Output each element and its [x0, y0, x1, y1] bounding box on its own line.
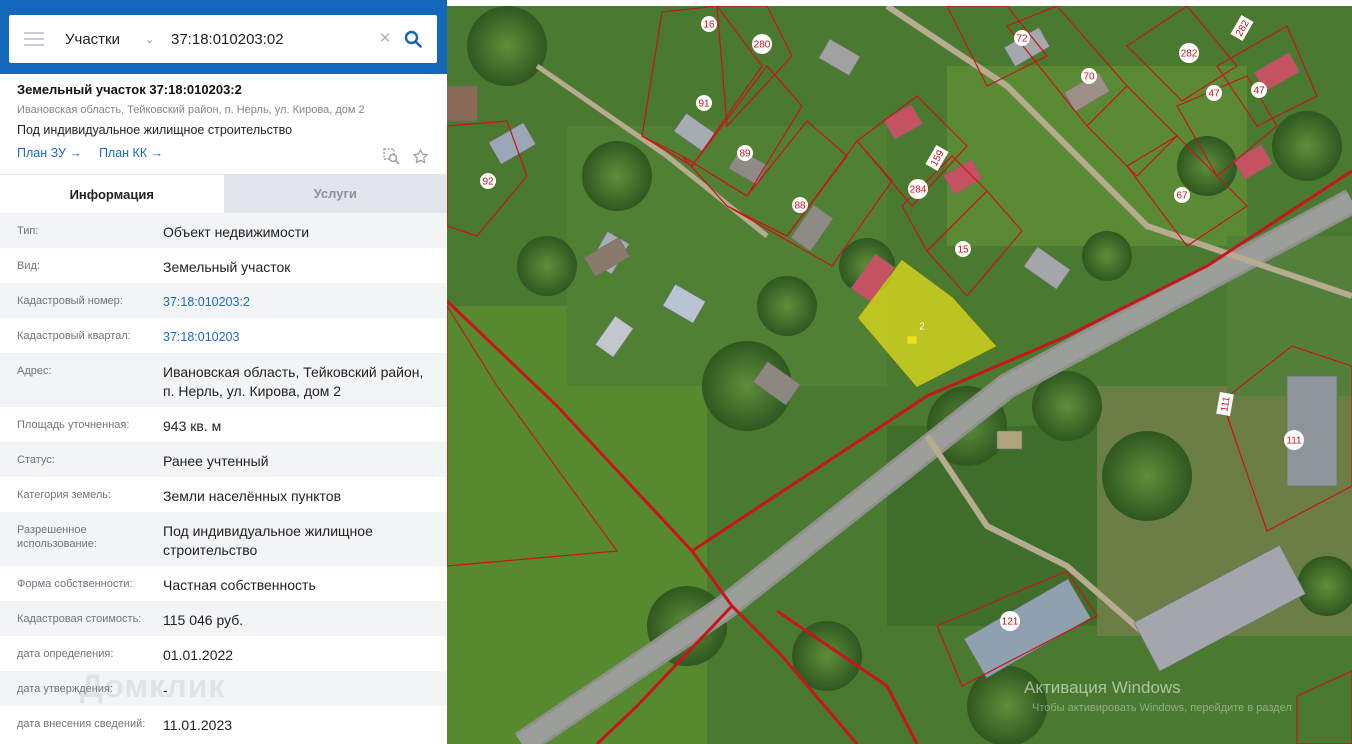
menu-icon[interactable] — [24, 32, 44, 46]
cadastral-number-link[interactable]: 37:18:010203:2 — [163, 293, 447, 312]
row-label: Статус: — [17, 454, 55, 466]
row-value: Земли населённых пунктов — [163, 488, 342, 504]
info-row: Тип: Объект недвижимости — [0, 213, 447, 248]
row-label: Категория земель: — [17, 489, 112, 501]
card-address: Ивановская область, Тейковский район, п.… — [17, 104, 365, 116]
row-label: Вид: — [17, 260, 40, 272]
row-label: Площадь уточненная: — [17, 419, 130, 431]
label-111b: 111 — [1286, 436, 1302, 447]
label-70: 70 — [1083, 72, 1095, 83]
chevron-down-icon[interactable]: ⌄ — [145, 33, 165, 46]
row-label: Кадастровая стоимость: — [17, 613, 142, 625]
search-box: Участки ⌄ × — [9, 15, 437, 63]
label-47b: 47 — [1253, 86, 1265, 97]
row-label: Форма собственности: — [17, 578, 133, 590]
label-2: 2 — [919, 322, 925, 333]
plan-zu-link[interactable]: План ЗУ → — [17, 146, 82, 160]
domclick-watermark: Домклик — [80, 668, 226, 704]
label-284: 284 — [910, 185, 927, 196]
info-row: Площадь уточненная: 943 кв. м — [0, 407, 447, 442]
label-16: 16 — [703, 20, 715, 31]
info-row: Вид: Земельный участок — [0, 248, 447, 283]
info-row: Адрес: Ивановская область, Тейковский ра… — [0, 353, 447, 407]
info-row: Кадастровый квартал: 37:18:010203 — [0, 318, 447, 353]
map-view[interactable]: 16 280 72 70 282 282 91 89 92 159 284 88… — [447, 6, 1352, 744]
search-bar: Участки ⌄ × — [0, 0, 447, 74]
info-row: Категория земель: Земли населённых пункт… — [0, 477, 447, 512]
row-value: Ивановская область, Тейковский район, п.… — [163, 364, 424, 399]
tabs: Информация Услуги — [0, 174, 447, 213]
row-label: дата определения: — [17, 648, 114, 660]
row-label: дата внесения сведений: — [17, 718, 146, 730]
cadastral-quarter-link[interactable]: 37:18:010203 — [163, 328, 447, 347]
windows-activation-title: Активация Windows — [1024, 678, 1181, 697]
label-121: 121 — [1002, 617, 1019, 628]
windows-activation-subtitle: Чтобы активировать Windows, перейдите в … — [1032, 702, 1292, 714]
row-value: Объект недвижимости — [163, 224, 310, 240]
plan-kk-link[interactable]: План КК → — [99, 146, 163, 160]
label-88: 88 — [794, 201, 806, 212]
label-91: 91 — [698, 99, 710, 110]
row-label: Тип: — [17, 225, 39, 237]
label-15: 15 — [957, 245, 969, 256]
page-title: Земельный участок 37:18:010203:2 — [17, 82, 242, 97]
label-282: 282 — [1181, 49, 1198, 60]
row-label: Адрес: — [17, 365, 52, 377]
info-row: дата определения: 01.01.2022 — [0, 636, 447, 671]
label-280: 280 — [754, 40, 771, 51]
row-value: Под индивидуальное жилищное строительств… — [163, 523, 373, 558]
row-value: 943 кв. м — [163, 418, 222, 434]
row-label: Разрешенное использование: — [17, 524, 97, 550]
row-label: Кадастровый номер: — [17, 295, 123, 307]
info-panel: Участки ⌄ × Земельный участок 37:18:0102… — [0, 0, 447, 744]
tab-info[interactable]: Информация — [0, 174, 224, 213]
row-value: Частная собственность — [163, 577, 316, 593]
label-92: 92 — [482, 177, 494, 188]
clear-icon[interactable]: × — [375, 28, 395, 50]
search-icon — [404, 30, 422, 48]
info-row: Форма собственности: Частная собственнос… — [0, 566, 447, 601]
row-value: Земельный участок — [163, 259, 291, 275]
search-input[interactable] — [171, 30, 375, 48]
row-label: Кадастровый квартал: — [17, 330, 131, 342]
zoom-to-object-icon[interactable] — [383, 148, 400, 165]
label-89: 89 — [739, 149, 751, 160]
row-value: Ранее учтенный — [163, 453, 269, 469]
layer-select[interactable]: Участки — [65, 31, 145, 48]
info-row: Статус: Ранее учтенный — [0, 442, 447, 477]
label-47a: 47 — [1208, 89, 1220, 100]
label-72: 72 — [1016, 34, 1028, 45]
row-value: 11.01.2023 — [163, 717, 233, 733]
star-icon[interactable] — [412, 148, 429, 165]
info-row: дата внесения сведений: 11.01.2023 — [0, 706, 447, 741]
search-button[interactable] — [395, 21, 431, 57]
satellite-map: 16 280 72 70 282 282 91 89 92 159 284 88… — [447, 6, 1352, 744]
card-purpose: Под индивидуальное жилищное строительств… — [17, 123, 293, 137]
label-67: 67 — [1176, 191, 1188, 202]
info-row: Кадастровый номер: 37:18:010203:2 — [0, 283, 447, 318]
info-row: Кадастровая стоимость: 115 046 руб. — [0, 601, 447, 636]
card-header: Земельный участок 37:18:010203:2 Ивановс… — [17, 82, 437, 165]
row-value: 01.01.2022 — [163, 647, 234, 663]
info-row: Разрешенное использование: Под индивидуа… — [0, 512, 447, 566]
row-value: 115 046 руб. — [163, 612, 244, 628]
tab-services[interactable]: Услуги — [223, 174, 447, 213]
info-table: Тип: Объект недвижимости Вид: Земельный … — [0, 213, 447, 741]
